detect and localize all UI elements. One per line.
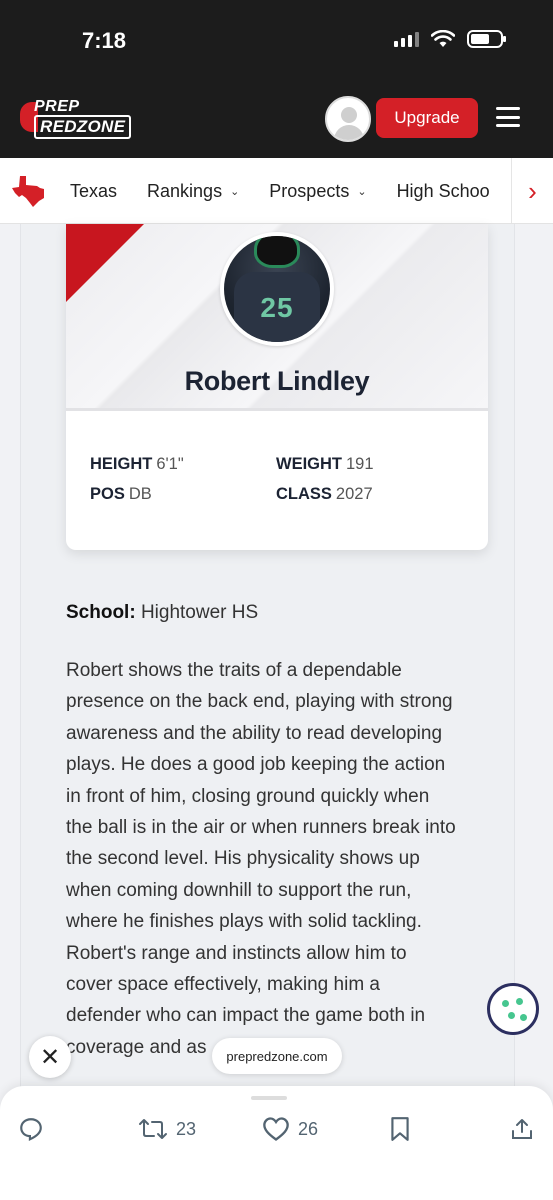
user-avatar-icon[interactable]: [325, 96, 371, 142]
reply-icon: [20, 1118, 42, 1141]
hamburger-menu-icon[interactable]: [496, 107, 520, 127]
reply-button[interactable]: [18, 1116, 44, 1142]
texas-star-icon[interactable]: [10, 174, 46, 208]
stat-weight: WEIGHT 191: [276, 455, 374, 473]
share-button[interactable]: [510, 1116, 534, 1142]
status-icons: [394, 30, 506, 48]
app-header: PREP REDZONE Upgrade: [0, 78, 553, 158]
stat-height: HEIGHT 6'1": [90, 455, 184, 473]
cellular-signal-icon: [394, 31, 419, 47]
like-count: 26: [298, 1118, 319, 1139]
share-icon: [512, 1119, 532, 1139]
nav-item-texas[interactable]: Texas: [70, 181, 117, 202]
player-photo: 25: [220, 232, 334, 346]
heart-icon: [263, 1117, 289, 1141]
cookie-icon[interactable]: [487, 983, 539, 1035]
retweet-count: 23: [176, 1118, 197, 1139]
player-card: 25 Robert Lindley HEIGHT 6'1" WEIGHT 191 P…: [66, 224, 488, 550]
bookmark-button[interactable]: [388, 1116, 412, 1142]
stat-position: POS DB: [90, 485, 152, 503]
action-bar: 23 26: [0, 1086, 553, 1200]
url-pill[interactable]: prepredzone.com: [212, 1038, 342, 1074]
battery-icon: [467, 30, 506, 48]
logo-text-bottom: REDZONE: [34, 115, 132, 139]
nav-item-prospects[interactable]: Prospects ⌄: [269, 181, 366, 202]
school-line: School: Hightower HS: [66, 602, 259, 623]
like-button[interactable]: 26: [262, 1116, 318, 1142]
jersey-number: 25: [260, 292, 294, 323]
chevron-right-icon[interactable]: ›: [511, 158, 553, 223]
bookmark-icon: [391, 1117, 409, 1141]
red-corner-accent: [66, 224, 144, 302]
status-time: 7:18: [82, 28, 127, 53]
upgrade-button[interactable]: Upgrade: [376, 98, 478, 138]
sheet-grabber[interactable]: [251, 1096, 287, 1100]
player-bio: Robert shows the traits of a dependable …: [66, 660, 456, 1058]
prep-redzone-logo[interactable]: PREP REDZONE: [20, 98, 132, 139]
chevron-down-icon: ⌄: [357, 185, 367, 198]
retweet-button[interactable]: 23: [138, 1116, 196, 1142]
logo-text-top: PREP: [34, 98, 80, 115]
school-value: Hightower HS: [140, 602, 259, 623]
retweet-icon: [139, 1119, 167, 1139]
nav-items: Texas Rankings ⌄ Prospects ⌄ High Schoo: [70, 158, 520, 223]
nav-item-high-school[interactable]: High Schoo: [397, 181, 490, 202]
close-icon[interactable]: ✕: [29, 1036, 71, 1078]
chevron-down-icon: ⌄: [230, 185, 240, 198]
stat-class: CLASS 2027: [276, 485, 373, 503]
wifi-icon: [431, 30, 455, 47]
main-nav: Texas Rankings ⌄ Prospects ⌄ High Schoo ›: [0, 158, 553, 224]
status-bar: 7:18: [0, 0, 553, 78]
player-name: Robert Lindley: [184, 366, 370, 396]
nav-item-rankings[interactable]: Rankings ⌄: [147, 181, 239, 202]
